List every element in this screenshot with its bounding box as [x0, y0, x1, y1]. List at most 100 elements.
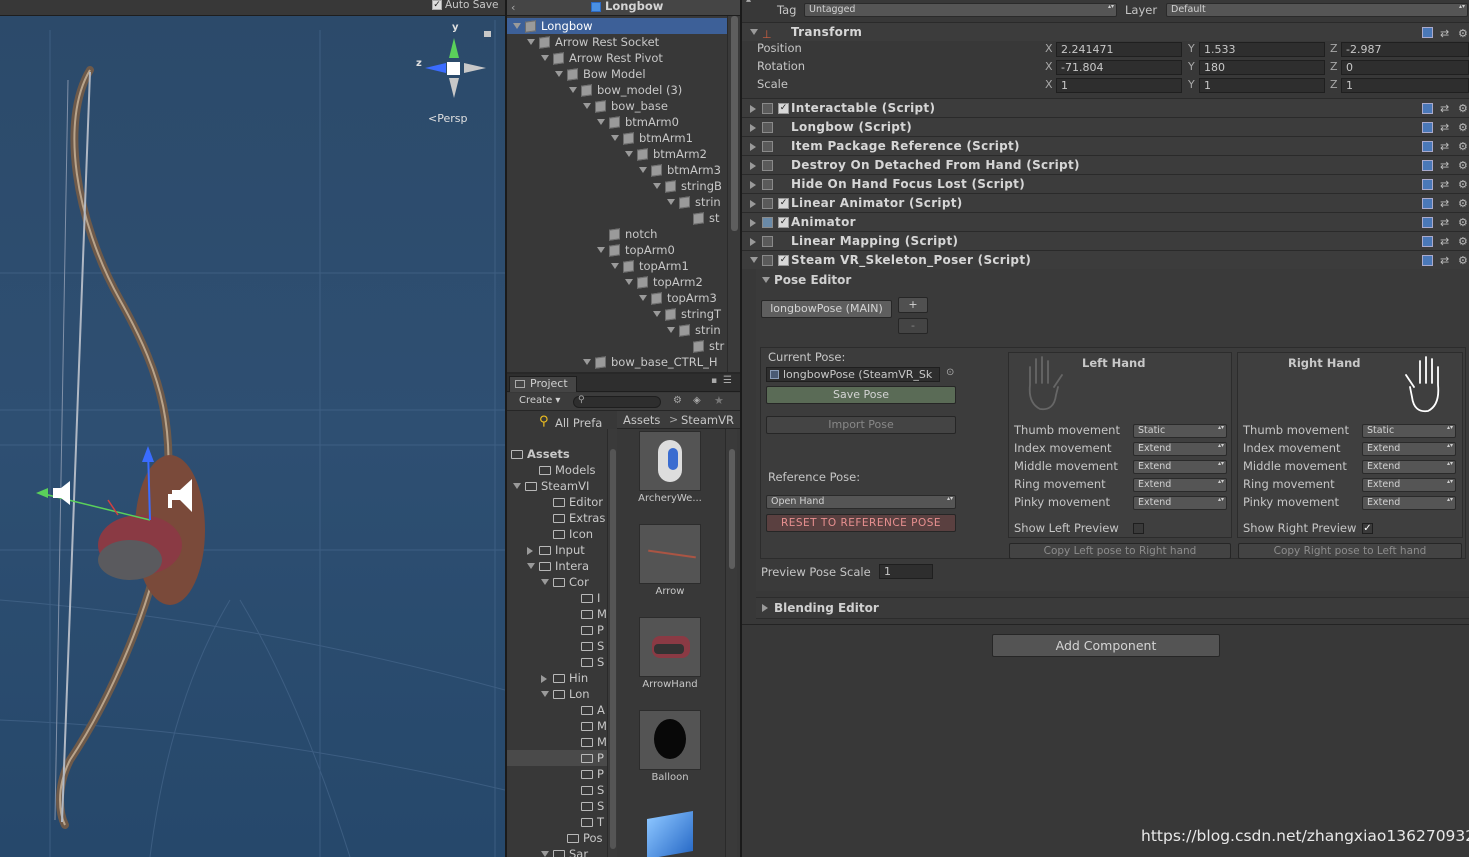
favorite-star-icon[interactable]: ★: [714, 394, 724, 407]
project-folder[interactable]: T: [507, 814, 607, 830]
left-movement-dropdown[interactable]: Extend: [1133, 460, 1227, 474]
expand-arrow-icon[interactable]: [583, 103, 591, 109]
expand-arrow-icon[interactable]: [527, 39, 535, 45]
add-component-button[interactable]: Add Component: [992, 634, 1220, 657]
project-folder[interactable]: M: [507, 718, 607, 734]
fold-icon[interactable]: [750, 238, 756, 246]
asset-scrollbar[interactable]: [725, 429, 737, 857]
expand-arrow-icon[interactable]: [625, 151, 633, 157]
preview-scale-field[interactable]: 1: [879, 564, 933, 579]
filter-label-icon[interactable]: ◈: [693, 395, 701, 406]
help-icon[interactable]: [1422, 103, 1433, 114]
component-enabled-checkbox[interactable]: ✓: [778, 255, 789, 266]
help-icon[interactable]: [1422, 255, 1433, 266]
preset-icon[interactable]: ⇄: [1440, 213, 1449, 232]
hierarchy-item[interactable]: strin: [507, 194, 727, 210]
tree-scroll-thumb[interactable]: [610, 449, 616, 849]
hierarchy-item[interactable]: stringT: [507, 306, 727, 322]
project-folder[interactable]: I: [507, 590, 607, 606]
preset-icon[interactable]: ⇄: [1440, 24, 1449, 43]
archery-weapon-thumbnail[interactable]: [639, 431, 701, 491]
expand-arrow-icon[interactable]: [667, 327, 675, 333]
transform-position-x-field[interactable]: 2.241471: [1056, 42, 1182, 57]
left-movement-dropdown[interactable]: Extend: [1133, 478, 1227, 492]
right-movement-dropdown[interactable]: Static: [1362, 424, 1456, 438]
right-movement-dropdown[interactable]: Extend: [1362, 442, 1456, 456]
menu-icon[interactable]: ☰: [723, 375, 732, 386]
import-pose-button[interactable]: Import Pose: [766, 416, 956, 434]
project-folder[interactable]: M: [507, 606, 607, 622]
expand-arrow-icon[interactable]: [639, 167, 647, 173]
project-folder[interactable]: Sar: [507, 846, 607, 857]
hierarchy-item[interactable]: Arrow Rest Socket: [507, 34, 727, 50]
expand-arrow-icon[interactable]: [611, 135, 619, 141]
expand-arrow-icon[interactable]: [597, 119, 605, 125]
project-folder[interactable]: Extras: [507, 510, 607, 526]
fold-icon[interactable]: [750, 105, 756, 113]
right-movement-dropdown[interactable]: Extend: [1362, 460, 1456, 474]
gear-icon[interactable]: ⚙: [1458, 118, 1468, 137]
help-icon[interactable]: [1422, 141, 1433, 152]
transform-scale-x-field[interactable]: 1: [1056, 78, 1182, 93]
expand-arrow-icon[interactable]: [527, 547, 533, 555]
transform-rotation-y-field[interactable]: 180: [1199, 60, 1325, 75]
hierarchy-item[interactable]: topArm3: [507, 290, 727, 306]
add-pose-button[interactable]: +: [898, 297, 928, 313]
gear-icon[interactable]: ⚙: [1458, 194, 1468, 213]
preset-icon[interactable]: ⇄: [1440, 232, 1449, 251]
gear-icon[interactable]: ⚙: [1458, 156, 1468, 175]
project-folder[interactable]: M: [507, 734, 607, 750]
preset-icon[interactable]: ⇄: [1440, 194, 1449, 213]
project-folder[interactable]: S: [507, 654, 607, 670]
hierarchy-scrollbar[interactable]: [727, 16, 740, 372]
project-folder[interactable]: Pos: [507, 830, 607, 846]
balloon-thumbnail[interactable]: [639, 710, 701, 770]
project-folder[interactable]: S: [507, 782, 607, 798]
gear-icon[interactable]: ⚙: [1458, 137, 1468, 156]
current-pose-field[interactable]: longbowPose (SteamVR_Sk: [766, 367, 940, 382]
expand-arrow-icon[interactable]: [625, 279, 633, 285]
project-folder[interactable]: Models: [507, 462, 607, 478]
project-folder[interactable]: P: [507, 766, 607, 782]
hierarchy-item[interactable]: strin: [507, 322, 727, 338]
breadcrumb-assets[interactable]: Assets: [623, 413, 660, 427]
component-header[interactable]: ✓ Linear Animator (Script) ⇄ ⚙: [742, 193, 1469, 212]
transform-position-y-field[interactable]: 1.533: [1199, 42, 1325, 57]
help-icon[interactable]: [1422, 160, 1433, 171]
hierarchy-item[interactable]: bow_base: [507, 98, 727, 114]
remove-pose-button[interactable]: -: [898, 318, 928, 334]
gear-icon[interactable]: ⚙: [1458, 213, 1468, 232]
expand-arrow-icon[interactable]: [541, 851, 549, 857]
transform-rotation-x-field[interactable]: -71.804: [1056, 60, 1182, 75]
hierarchy-item[interactable]: Bow Model: [507, 66, 727, 82]
project-folder[interactable]: P: [507, 750, 607, 766]
hierarchy-item[interactable]: bow_model (3): [507, 82, 727, 98]
layer-dropdown[interactable]: Default: [1166, 3, 1468, 17]
help-icon[interactable]: [1422, 122, 1433, 133]
component-enabled-checkbox[interactable]: ✓: [778, 217, 789, 228]
hierarchy-scroll-thumb[interactable]: [731, 16, 738, 231]
hierarchy-item[interactable]: btmArm1: [507, 130, 727, 146]
hierarchy-item[interactable]: notch: [507, 226, 727, 242]
reset-to-reference-button[interactable]: RESET TO REFERENCE POSE: [766, 514, 956, 532]
help-icon[interactable]: [1422, 179, 1433, 190]
gear-icon[interactable]: ⚙: [1458, 99, 1468, 118]
search-input[interactable]: ⚲: [573, 395, 661, 408]
transform-scale-z-field[interactable]: 1: [1341, 78, 1469, 93]
component-header[interactable]: ✓ Animator ⇄ ⚙: [742, 212, 1469, 231]
hierarchy-item[interactable]: btmArm3: [507, 162, 727, 178]
expand-arrow-icon[interactable]: [653, 311, 661, 317]
fold-icon[interactable]: [750, 124, 756, 132]
gear-icon[interactable]: ⚙: [1458, 232, 1468, 251]
help-icon[interactable]: [1422, 198, 1433, 209]
fold-icon[interactable]: [750, 29, 758, 35]
preset-icon[interactable]: ⇄: [1440, 137, 1449, 156]
project-folder[interactable]: P: [507, 622, 607, 638]
preset-icon[interactable]: ⇄: [1440, 99, 1449, 118]
component-header[interactable]: Item Package Reference (Script) ⇄ ⚙: [742, 136, 1469, 155]
project-folder[interactable]: SteamVI: [507, 478, 607, 494]
hierarchy-item[interactable]: btmArm0: [507, 114, 727, 130]
reference-pose-dropdown[interactable]: Open Hand: [766, 495, 956, 509]
hierarchy-item[interactable]: st: [507, 210, 727, 226]
right-movement-dropdown[interactable]: Extend: [1362, 478, 1456, 492]
